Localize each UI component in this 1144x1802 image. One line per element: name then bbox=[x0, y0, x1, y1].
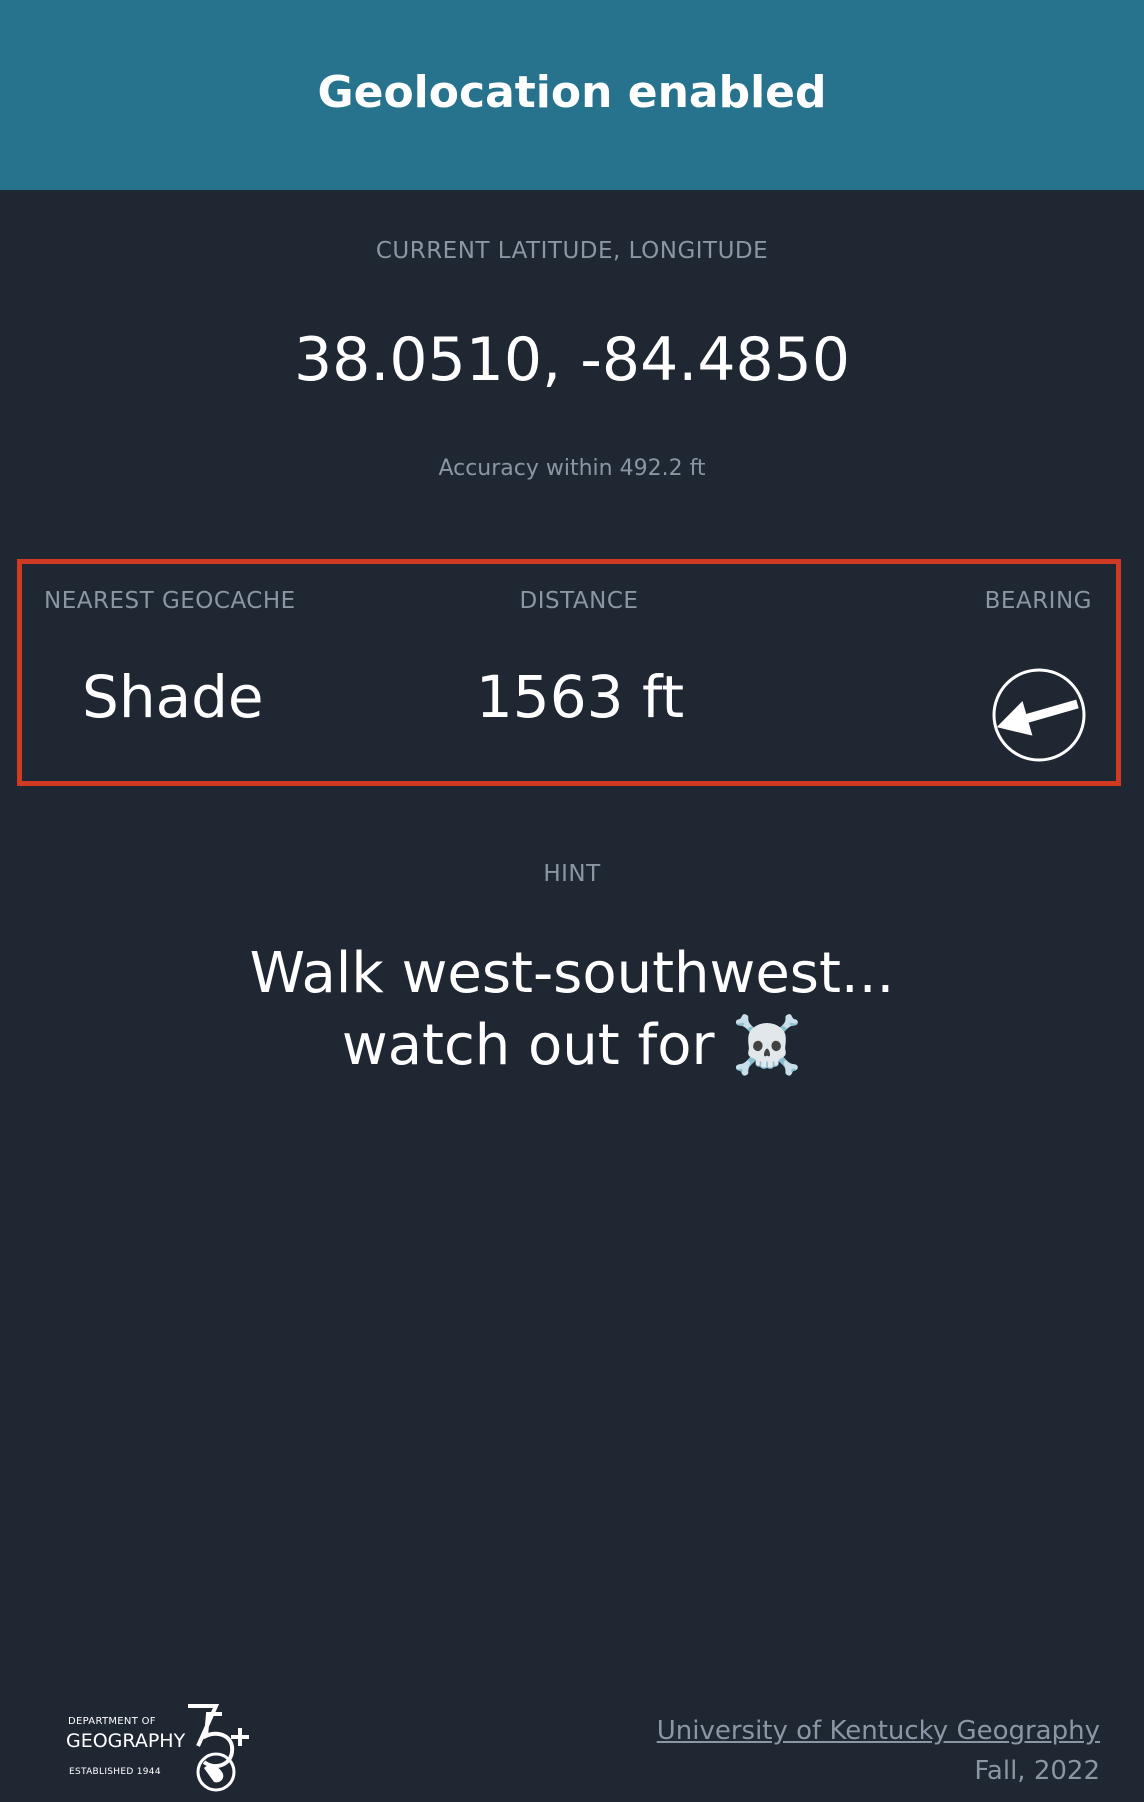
bearing-label: BEARING bbox=[984, 588, 1092, 614]
accuracy-text: Accuracy within 492.2 ft bbox=[438, 456, 706, 481]
distance-label: DISTANCE bbox=[519, 588, 639, 614]
logo-dept-text: DEPARTMENT OF bbox=[68, 1716, 156, 1727]
page-title: Geolocation enabled bbox=[317, 66, 827, 118]
arrow-circle-icon bbox=[991, 667, 1087, 763]
footer-credits: University of Kentucky Geography Fall, 2… bbox=[657, 1711, 1100, 1791]
coordinates-value: 38.0510, -84.4850 bbox=[293, 325, 851, 395]
logo-name-text: GEOGRAPHY bbox=[66, 1730, 186, 1752]
header-bar: Geolocation enabled bbox=[0, 0, 1144, 190]
coordinates-label: CURRENT LATITUDE, LONGITUDE bbox=[375, 238, 769, 264]
geography-department-logo: DEPARTMENT OF GEOGRAPHY ESTABLISHED 1944 bbox=[66, 1702, 256, 1792]
hint-line-2: watch out for ☠️ bbox=[341, 1013, 803, 1078]
footer-term: Fall, 2022 bbox=[974, 1756, 1100, 1786]
hint-line-1: Walk west-southwest... bbox=[249, 941, 895, 1006]
uk-geography-link[interactable]: University of Kentucky Geography bbox=[657, 1716, 1100, 1746]
logo-75-mark-icon bbox=[188, 1704, 249, 1792]
nearest-geocache-panel: NEAREST GEOCACHE DISTANCE BEARING Shade … bbox=[17, 559, 1121, 786]
logo-established-text: ESTABLISHED 1944 bbox=[69, 1767, 161, 1777]
hint-text: Walk west-southwest... watch out for ☠️ bbox=[0, 938, 1144, 1082]
geocache-distance: 1563 ft bbox=[475, 663, 685, 731]
hint-label: HINT bbox=[543, 861, 601, 887]
